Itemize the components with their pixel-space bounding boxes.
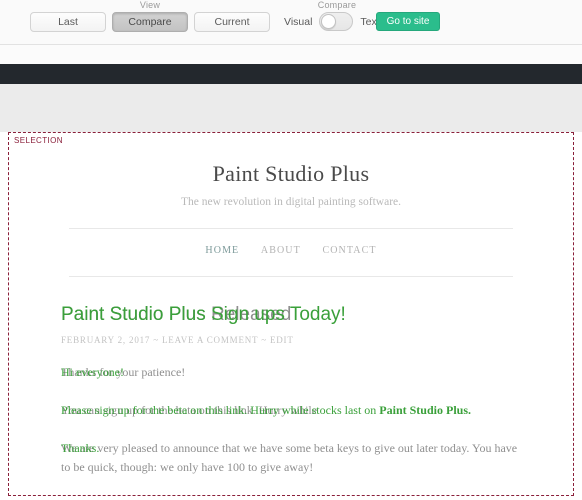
post-title-new: Paint Studio Plus Sign ups Today! bbox=[61, 304, 346, 325]
visual-text-toggle[interactable] bbox=[319, 12, 354, 31]
paragraph-2-new-text: Please sign up for the beta on this link… bbox=[61, 403, 380, 417]
view-group-caption: View bbox=[139, 0, 161, 10]
site-preview: Paint Studio Plus The new revolution in … bbox=[9, 161, 573, 479]
header-divider bbox=[69, 228, 513, 229]
admin-dark-bar bbox=[0, 64, 582, 84]
view-button-last[interactable]: Last bbox=[30, 12, 106, 32]
post-paragraph-2-diff: You can sign up for the beta on this lin… bbox=[61, 401, 521, 421]
view-segmented-control: Last Compare Current bbox=[30, 12, 276, 32]
paragraph-3-new: Thanks. bbox=[61, 441, 100, 455]
paragraph-2-new-bold: Paint Studio Plus. bbox=[379, 403, 471, 417]
toggle-knob-icon bbox=[321, 14, 337, 29]
selection-region[interactable]: SELECTION Paint Studio Plus The new revo… bbox=[8, 132, 574, 496]
page-gray-gap bbox=[0, 84, 582, 132]
selection-label: SELECTION bbox=[14, 136, 63, 145]
compare-group-caption: Compare bbox=[317, 0, 357, 10]
view-button-current[interactable]: Current bbox=[194, 12, 270, 32]
compare-toolbar: View Last Compare Current Compare Visual… bbox=[0, 0, 582, 45]
post-paragraph-1-diff: Thanks for your patience! Hi everyone! bbox=[61, 363, 521, 383]
post-paragraph-3-diff: We are very pleased to announce that we … bbox=[61, 439, 521, 479]
go-to-site-button[interactable]: Go to site bbox=[376, 12, 440, 31]
view-button-compare[interactable]: Compare bbox=[112, 12, 188, 32]
site-tagline: The new revolution in digital painting s… bbox=[180, 196, 402, 208]
compare-mode-toggle-row: Visual Text bbox=[284, 12, 380, 31]
site-nav: HOME ABOUT CONTACT bbox=[61, 245, 521, 256]
nav-divider bbox=[69, 276, 513, 277]
paragraph-2-new: Please sign up for the beta on this link… bbox=[61, 401, 521, 420]
nav-item-home[interactable]: HOME bbox=[205, 245, 239, 256]
paragraph-2-new-layer: Please sign up for the beta on this link… bbox=[61, 401, 521, 420]
toggle-label-visual: Visual bbox=[284, 15, 313, 28]
site-title: Paint Studio Plus bbox=[212, 161, 370, 186]
post-title-new-layer: Paint Studio Plus Sign ups Today! bbox=[61, 303, 521, 327]
post-meta: FEBRUARY 2, 2017 ~ LEAVE A COMMENT ~ EDI… bbox=[61, 335, 294, 345]
nav-item-about[interactable]: ABOUT bbox=[261, 245, 301, 256]
view-button-group: View Last Compare Current bbox=[30, 0, 270, 45]
paragraph-3-new-layer: Thanks. bbox=[61, 439, 521, 458]
post-title-diff: Paint Studio Plus Released Paint Studio … bbox=[61, 303, 521, 329]
paragraph-1-new-layer: Hi everyone! bbox=[61, 363, 521, 382]
nav-item-contact[interactable]: CONTACT bbox=[322, 245, 376, 256]
paragraph-1-new: Hi everyone! bbox=[61, 365, 124, 379]
toolbar-sub-strip bbox=[0, 45, 582, 64]
post-article: Paint Studio Plus Released Paint Studio … bbox=[61, 303, 521, 479]
